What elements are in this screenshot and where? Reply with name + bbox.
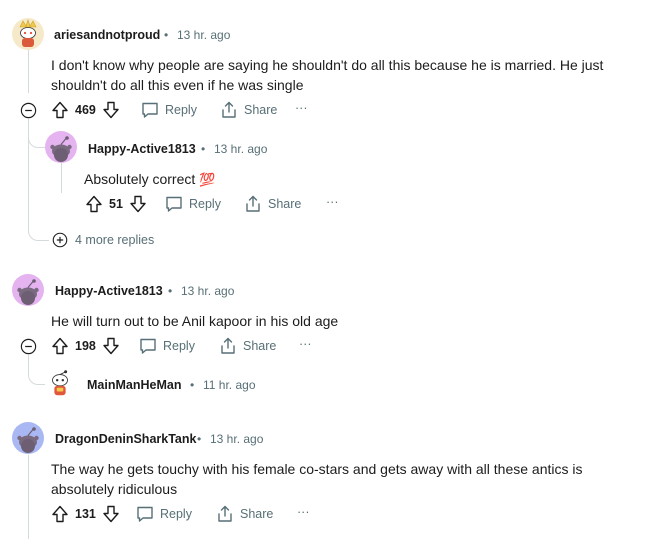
thread-line-third (28, 455, 29, 539)
more-options-button[interactable]: ··· (326, 195, 339, 209)
vote-count: 198 (75, 339, 96, 353)
downvote-icon[interactable] (101, 504, 121, 524)
comment-body: The way he gets touchy with his female c… (51, 461, 583, 497)
snoo-costume-avatar-icon (52, 370, 68, 396)
avatar[interactable] (12, 274, 44, 306)
separator-dot: • (190, 378, 195, 392)
vote-group: 198 (50, 336, 121, 356)
avatar[interactable] (12, 422, 44, 454)
share-button[interactable]: Share (243, 194, 301, 214)
vote-count: 131 (75, 507, 96, 521)
separator-dot: • (197, 432, 202, 446)
comment-time: 11 hr. ago (203, 378, 256, 392)
downvote-icon[interactable] (101, 100, 121, 120)
more-replies-link[interactable]: 4 more replies (51, 231, 154, 249)
comment-body: He will turn out to be Anil kapoor in hi… (51, 313, 339, 329)
share-button[interactable]: Share (215, 504, 273, 524)
reply-label: Reply (165, 103, 197, 117)
share-icon (243, 194, 263, 214)
share-label: Share (243, 339, 277, 353)
comment-time: 13 hr. ago (181, 284, 235, 298)
reply-icon (140, 100, 160, 120)
separator-dot: • (164, 28, 169, 42)
more-options-icon: ··· (299, 337, 312, 351)
more-replies-label: 4 more replies (75, 233, 155, 247)
comment-username[interactable]: DragonDeninSharkTank (55, 432, 196, 446)
comment-time: 13 hr. ago (214, 142, 268, 156)
share-label: Share (268, 197, 302, 211)
collapse-thread-button[interactable] (19, 337, 38, 356)
thread-line-reply (61, 163, 62, 193)
vote-count: 469 (75, 103, 96, 117)
more-options-button[interactable]: ··· (295, 101, 308, 115)
reply-icon (164, 194, 184, 214)
comment-time: 13 hr. ago (210, 432, 264, 446)
more-options-icon: ··· (295, 101, 308, 115)
thread-branch-second (28, 360, 45, 385)
avatar[interactable] (45, 131, 77, 163)
vote-group: 469 (50, 100, 121, 120)
plus-circle-icon (51, 231, 69, 249)
thread-branch-reply (28, 119, 45, 148)
reply-button[interactable]: Reply (164, 194, 221, 214)
share-icon (215, 504, 235, 524)
snoo-costume-avatar-icon (19, 19, 37, 47)
vote-count: 51 (109, 197, 123, 211)
share-label: Share (240, 507, 274, 521)
reply-icon (135, 504, 155, 524)
comment-username[interactable]: Happy-Active1813 (88, 142, 196, 156)
thread-branch-more (28, 215, 49, 241)
share-button[interactable]: Share (219, 100, 277, 120)
vote-group: 51 (84, 194, 148, 214)
more-options-icon: ··· (297, 505, 310, 519)
upvote-icon[interactable] (50, 336, 70, 356)
downvote-icon[interactable] (128, 194, 148, 214)
snoo-avatar-icon (12, 422, 44, 454)
reply-label: Reply (160, 507, 192, 521)
comment-body: I don't know why people are saying he sh… (51, 57, 604, 93)
comment-username[interactable]: Happy-Active1813 (55, 284, 163, 298)
reply-button[interactable]: Reply (138, 336, 195, 356)
share-icon (218, 336, 238, 356)
snoo-avatar-icon (45, 131, 77, 163)
comment-body: Absolutely correct 💯 (84, 169, 215, 190)
upvote-icon[interactable] (50, 504, 70, 524)
avatar[interactable] (45, 368, 75, 398)
hundred-points-icon: 💯 (199, 172, 216, 187)
minus-circle-icon (19, 101, 38, 120)
upvote-icon[interactable] (50, 100, 70, 120)
upvote-icon[interactable] (84, 194, 104, 214)
collapse-thread-button[interactable] (19, 101, 38, 120)
share-icon (219, 100, 239, 120)
more-options-icon: ··· (326, 195, 339, 209)
share-button[interactable]: Share (218, 336, 276, 356)
minus-circle-icon (19, 337, 38, 356)
comment-username[interactable]: ariesandnotproud (54, 28, 160, 42)
thread-line-root (28, 50, 29, 93)
reply-button[interactable]: Reply (135, 504, 192, 524)
reply-icon (138, 336, 158, 356)
reply-label: Reply (189, 197, 221, 211)
reply-label: Reply (163, 339, 195, 353)
comment-username[interactable]: MainManHeMan (87, 378, 181, 392)
vote-group: 131 (50, 504, 121, 524)
comment-time: 13 hr. ago (177, 28, 231, 42)
reply-button[interactable]: Reply (140, 100, 197, 120)
snoo-avatar-icon (12, 274, 44, 306)
comment-text: Absolutely correct (84, 171, 196, 187)
share-label: Share (244, 103, 278, 117)
avatar[interactable] (12, 18, 44, 50)
more-options-button[interactable]: ··· (297, 505, 310, 519)
downvote-icon[interactable] (101, 336, 121, 356)
more-options-button[interactable]: ··· (299, 337, 312, 351)
separator-dot: • (168, 284, 173, 298)
separator-dot: • (201, 142, 206, 156)
